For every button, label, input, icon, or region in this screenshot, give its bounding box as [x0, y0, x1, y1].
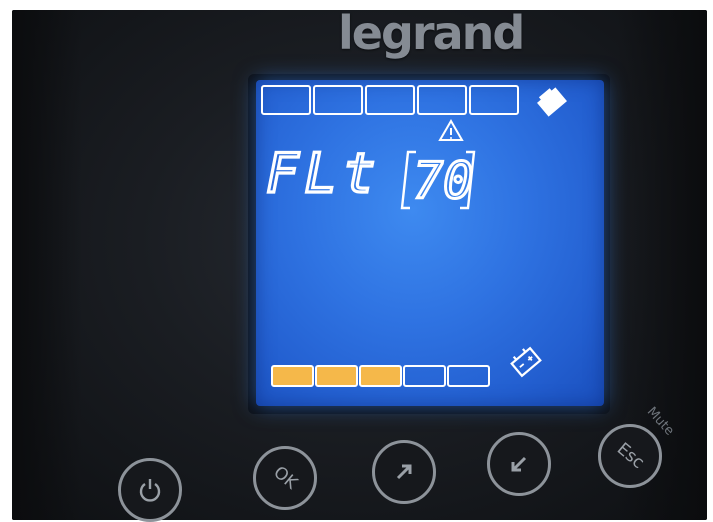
power-icon — [139, 479, 161, 502]
power-button[interactable] — [118, 458, 182, 522]
bottom-bar-segment — [359, 365, 402, 387]
top-load-bar — [261, 85, 519, 115]
ok-button-label: OK — [269, 462, 301, 494]
bottom-battery-bar — [271, 365, 490, 387]
ok-button[interactable]: OK — [253, 446, 317, 510]
up-button[interactable] — [372, 440, 436, 504]
esc-button[interactable]: Esc — [598, 424, 662, 488]
battery-icon — [510, 346, 542, 378]
top-bar-segment — [417, 85, 467, 115]
lcd-graphics: FLt 70 — [261, 85, 567, 387]
down-button[interactable] — [487, 432, 551, 496]
bottom-bar-segment — [447, 365, 490, 387]
top-bar-segment — [313, 85, 363, 115]
top-bar-segment — [261, 85, 311, 115]
bottom-bar-segment — [403, 365, 446, 387]
lcd-screen: FLt 70 — [256, 80, 604, 406]
top-bar-segment — [469, 85, 519, 115]
top-bar-segment — [365, 85, 415, 115]
load-icon — [537, 87, 567, 117]
warning-triangle-icon — [438, 119, 464, 141]
bottom-bar-segment — [315, 365, 358, 387]
arrow-down-icon — [511, 456, 527, 472]
shadow-left — [12, 10, 82, 520]
brand-logo: legrand — [338, 6, 525, 60]
fault-value-text: 70 — [413, 152, 473, 210]
fault-code-text: FLt — [266, 142, 382, 205]
esc-button-label: Esc — [612, 439, 648, 473]
arrow-up-icon — [396, 464, 412, 480]
bottom-bar-segment — [271, 365, 314, 387]
